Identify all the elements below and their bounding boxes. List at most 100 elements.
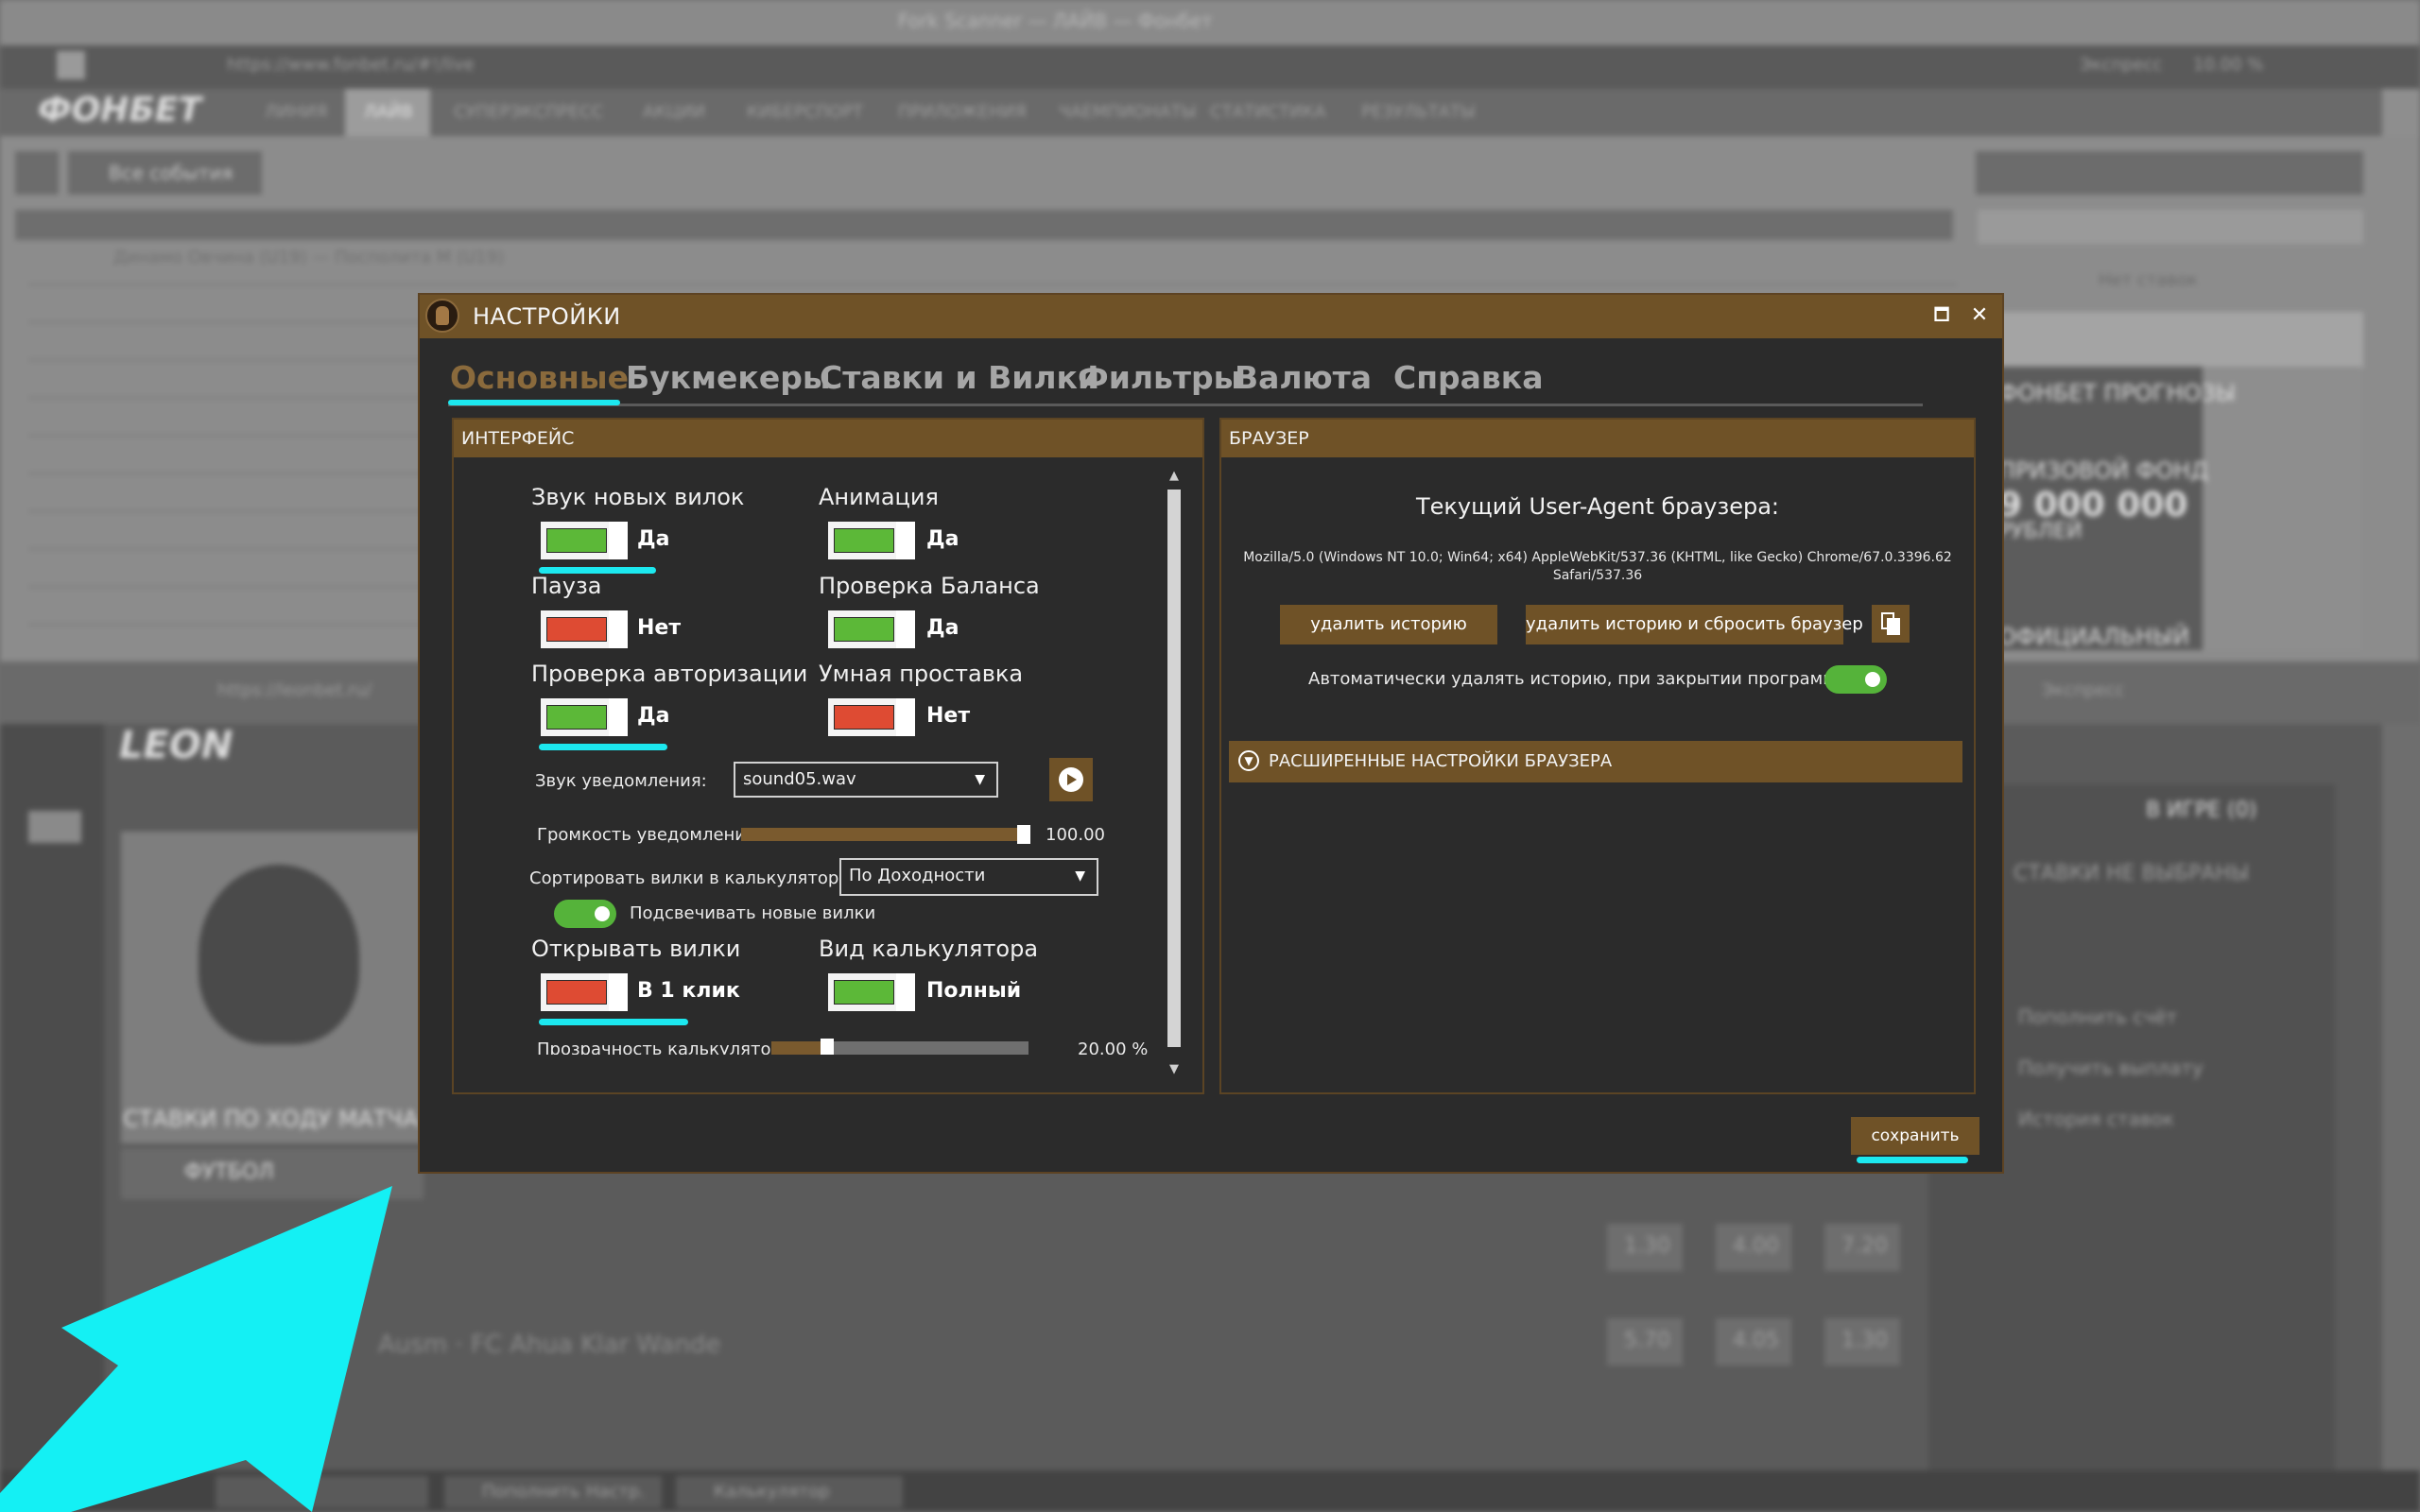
bg-promo-0: ФОНБЕТ ПРОГНОЗЫ <box>1998 380 2237 406</box>
calc-view-label: Вид калькулятора <box>819 936 1039 962</box>
advanced-browser-settings[interactable]: ▼ РАСШИРЕННЫЕ НАСТРОЙКИ БРАУЗЕРА <box>1229 741 1962 782</box>
bg-in-game: В ИГРЕ (0) <box>2146 799 2257 822</box>
new-forks-sound-label: Звук новых вилок <box>531 484 745 510</box>
tab-bookmakers[interactable]: Букмекеры <box>626 359 831 396</box>
highlight-new-forks-label: Подсвечивать новые вилки <box>630 903 876 923</box>
bg-promo-3: РУБЛЕЙ <box>1998 520 2083 543</box>
bg-promo-2: 9 000 000 <box>1998 486 2188 524</box>
highlight-new-forks-toggle[interactable] <box>554 900 616 928</box>
transparency-thumb[interactable] <box>821 1039 834 1055</box>
scroll-up-icon[interactable]: ▲ <box>1165 469 1184 483</box>
bg-leon-url: https://leonbet.ru/ <box>217 680 372 700</box>
balance-check-value: Да <box>926 616 959 640</box>
advanced-browser-settings-label: РАСШИРЕННЫЕ НАСТРОЙКИ БРАУЗЕРА <box>1269 751 1613 771</box>
cyan-highlight <box>539 1019 688 1025</box>
save-button[interactable]: сохранить <box>1851 1117 1979 1155</box>
bg-not-selected: СТАВКИ НЕ ВЫБРАНЫ <box>2014 862 2250 885</box>
bg-nav-8: РЕЗУЛЬТАТЫ <box>1361 102 1476 122</box>
interface-scrollbar[interactable]: ▲ ▼ <box>1165 469 1184 1091</box>
clear-history-button[interactable]: удалить историю <box>1280 605 1497 644</box>
animation-value: Да <box>926 527 959 551</box>
bg-odd-0: 1.30 <box>1624 1234 1670 1258</box>
bg-nav-6: ЧАЕМПИОНАТЫ <box>1059 102 1197 122</box>
bg-nav-7: СТАТИСТИКА <box>1210 102 1326 122</box>
browser-panel: БРАУЗЕР Текущий User-Agent браузера: Moz… <box>1219 418 1976 1094</box>
notification-volume-label: Громкость уведомления: <box>537 825 762 845</box>
volume-fill <box>741 828 1024 841</box>
notification-volume-value: 100.00 % <box>1046 825 1104 845</box>
bg-all-events: Все события <box>109 162 233 184</box>
bg-nav-3: АКЦИИ <box>643 102 705 122</box>
animation-switch[interactable] <box>828 522 915 559</box>
transparency-fill <box>771 1041 827 1055</box>
bg-match-row: Динамо Овчина (U19) — Посполита M (U19) <box>113 248 505 267</box>
sort-forks-select[interactable]: По Доходности ▼ <box>839 858 1098 896</box>
notification-volume-slider[interactable] <box>741 825 1030 844</box>
settings-window: НАСТРОЙКИ 🗖 ✕ Основные Букмекеры Ставки … <box>418 293 2004 1174</box>
bg-odd-3: 5.70 <box>1624 1329 1670 1352</box>
cyan-highlight <box>539 744 667 750</box>
calc-transparency-slider[interactable] <box>771 1039 1028 1055</box>
title-bar[interactable]: НАСТРОЙКИ 🗖 ✕ <box>420 295 2002 338</box>
balance-check-switch[interactable] <box>828 610 915 648</box>
calc-view-switch[interactable] <box>828 973 915 1011</box>
scroll-thumb[interactable] <box>1167 490 1181 1047</box>
bg-leon-header: СТАВКИ ПО ХОДУ МАТЧА <box>123 1106 419 1132</box>
interface-panel: ИНТЕРФЕЙС Звук новых вилок Да Анимация Д… <box>452 418 1204 1094</box>
clear-and-reset-button[interactable]: удалить историю и сбросить браузер <box>1526 605 1863 644</box>
play-icon[interactable] <box>1049 758 1093 801</box>
smart-bet-label: Умная проставка <box>819 661 1024 687</box>
scroll-down-icon[interactable]: ▼ <box>1165 1062 1184 1076</box>
volume-thumb[interactable] <box>1017 825 1030 844</box>
notification-sound-label: Звук уведомления: <box>535 771 707 791</box>
bg-no-bets: Нет ставок <box>2099 270 2198 290</box>
bg-taskbar-2: Калькулятор <box>714 1482 830 1502</box>
bg-odd-1: 4.00 <box>1733 1234 1779 1258</box>
bg-promo-1: ПРИЗОВОЙ ФОНД <box>1998 457 2209 484</box>
new-forks-sound-switch[interactable] <box>541 522 628 559</box>
animation-label: Анимация <box>819 484 939 510</box>
notification-sound-value: sound05.wav <box>743 769 856 789</box>
open-forks-label: Открывать вилки <box>531 936 741 962</box>
new-forks-sound-value: Да <box>637 527 670 551</box>
bg-nav-4: КИБЕРСПОРТ <box>747 102 863 122</box>
smart-bet-value: Нет <box>926 704 971 728</box>
calc-transparency-label: Прозрачность калькулятора: <box>537 1040 799 1055</box>
bg-fonbet-logo: ФОНБЕТ <box>38 91 202 129</box>
bg-leon-sport: ФУТБОЛ <box>184 1160 274 1184</box>
auth-check-label: Проверка авторизации <box>531 661 808 687</box>
auth-check-switch[interactable] <box>541 698 628 736</box>
copy-icon[interactable] <box>1872 605 1910 643</box>
auth-check-value: Да <box>637 704 670 728</box>
bg-url-top: https://www.fonbet.ru/#!/live <box>227 55 475 75</box>
bg-search-hint-2: Экспресс <box>2042 680 2125 700</box>
bg-link-0: Пополнить счёт <box>2018 1005 2178 1028</box>
open-forks-switch[interactable] <box>541 973 628 1011</box>
notification-sound-select[interactable]: sound05.wav ▼ <box>734 762 998 798</box>
interface-header: ИНТЕРФЕЙС <box>454 420 1202 457</box>
bg-bottom-match: Ausm · FC Ahua Klar Wande <box>378 1331 721 1359</box>
chevron-down-icon: ▼ <box>1238 750 1259 771</box>
window-title: НАСТРОЙКИ <box>473 303 621 330</box>
bg-search-hint: Экспресс <box>2080 55 2163 75</box>
close-icon[interactable]: ✕ <box>1964 301 1995 331</box>
tab-main[interactable]: Основные <box>450 359 629 396</box>
tab-help[interactable]: Справка <box>1393 359 1543 396</box>
smart-bet-switch[interactable] <box>828 698 915 736</box>
bg-odd-5: 1.30 <box>1841 1329 1888 1352</box>
tab-currency[interactable]: Валюта <box>1235 359 1372 396</box>
bg-link-2: История ставок <box>2018 1108 2174 1130</box>
sort-forks-value: По Доходности <box>849 866 986 885</box>
balance-check-label: Проверка Баланса <box>819 573 1040 599</box>
bg-window-title: Fork Scanner — ЛАЙВ — Фонбет <box>898 9 1213 32</box>
bg-nav-2: СУПЕРЭКСПРЕСС <box>454 102 604 122</box>
pause-switch[interactable] <box>541 610 628 648</box>
transparency-row-clip: Прозрачность калькулятора: 20.00 % <box>454 1034 1182 1055</box>
pause-value: Нет <box>637 616 682 640</box>
maximize-icon[interactable]: 🗖 <box>1927 301 1957 331</box>
bg-nav-1: ЛАЙВ <box>364 102 413 122</box>
auto-clear-toggle[interactable] <box>1824 665 1887 694</box>
browser-header: БРАУЗЕР <box>1221 420 1974 457</box>
tab-bets-and-forks[interactable]: Ставки и Вилки <box>820 359 1099 396</box>
tab-filters[interactable]: Фильтры <box>1078 359 1241 396</box>
